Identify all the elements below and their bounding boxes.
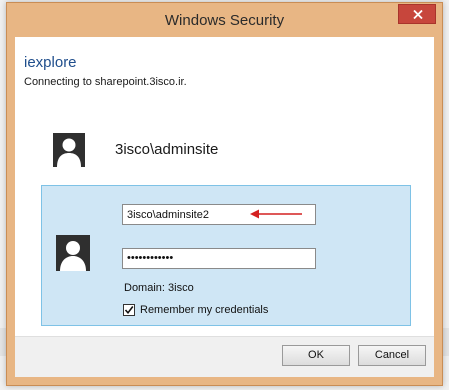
password-input[interactable]: •••••••••••• xyxy=(122,248,316,269)
user-icon xyxy=(53,133,85,167)
close-icon xyxy=(413,10,423,19)
remember-credentials[interactable]: Remember my credentials xyxy=(123,303,268,317)
connecting-message: Connecting to sharepoint.3isco.ir. xyxy=(24,76,187,88)
app-name: iexplore xyxy=(24,54,77,71)
ok-button[interactable]: OK xyxy=(282,345,350,366)
dialog-content: iexplore Connecting to sharepoint.3isco.… xyxy=(15,37,434,377)
cancel-button[interactable]: Cancel xyxy=(358,345,426,366)
remember-checkbox[interactable] xyxy=(123,304,135,316)
user-icon xyxy=(56,235,90,271)
stored-user-tile[interactable] xyxy=(53,133,85,167)
title-bar[interactable]: Windows Security xyxy=(7,3,442,37)
annotation-arrow-icon xyxy=(250,209,302,219)
credential-panel: •••••••••••• Domain: 3isco Remember my c… xyxy=(41,185,411,326)
dialog-footer: OK Cancel xyxy=(15,336,434,377)
domain-label: Domain: 3isco xyxy=(124,282,194,294)
close-button[interactable] xyxy=(398,4,436,24)
security-dialog: Windows Security iexplore Connecting to … xyxy=(6,2,443,386)
window-title: Windows Security xyxy=(164,12,285,29)
checkmark-icon xyxy=(124,306,134,315)
stored-user-name[interactable]: 3isco\adminsite xyxy=(115,141,218,158)
remember-label: Remember my credentials xyxy=(140,304,269,316)
new-user-tile xyxy=(56,235,90,271)
